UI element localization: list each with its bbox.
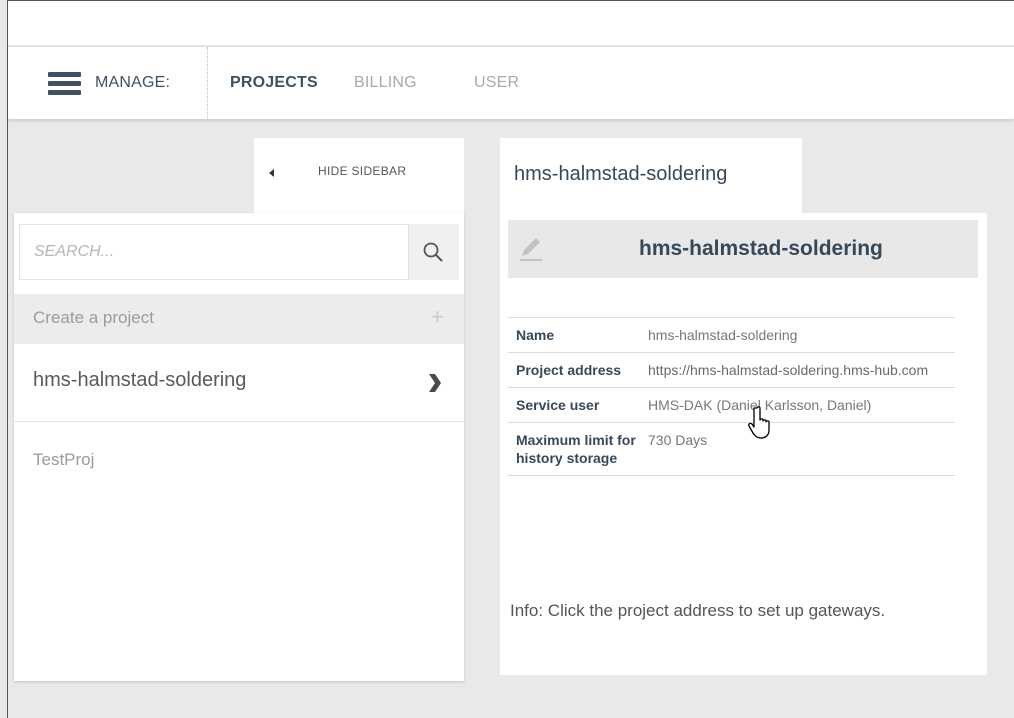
- project-detail-panel: hms-halmstad-soldering Name hms-halmstad…: [500, 213, 987, 675]
- project-list-item[interactable]: hms-halmstad-soldering: [14, 344, 464, 422]
- detail-title: hms-halmstad-soldering: [639, 237, 883, 260]
- table-row: Service user HMS-DAK (Daniel Karlsson, D…: [508, 387, 955, 423]
- nav-divider: [207, 47, 208, 119]
- search-input[interactable]: [20, 225, 408, 279]
- project-address-link[interactable]: https://hms-halmstad-soldering.hms-hub.c…: [640, 352, 955, 388]
- search-icon: [423, 242, 443, 262]
- property-key: Service user: [508, 387, 640, 423]
- project-tab-label: hms-halmstad-soldering: [514, 163, 728, 185]
- property-key: Maximum limit for history storage: [508, 422, 640, 476]
- property-value: hms-halmstad-soldering: [640, 317, 955, 353]
- project-tab[interactable]: hms-halmstad-soldering: [500, 138, 802, 214]
- manage-label: MANAGE:: [95, 74, 171, 91]
- project-list-item[interactable]: TestProj: [14, 422, 464, 499]
- caret-left-icon: [269, 169, 274, 177]
- tab-billing[interactable]: BILLING: [354, 74, 417, 92]
- search-button[interactable]: [409, 224, 459, 280]
- property-key: Project address: [508, 352, 640, 388]
- property-value: 730 Days: [640, 422, 955, 476]
- create-project-button[interactable]: Create a project +: [14, 294, 464, 344]
- table-row: Maximum limit for history storage 730 Da…: [508, 422, 955, 476]
- top-strip: [8, 1, 1014, 45]
- tab-projects[interactable]: PROJECTS: [230, 74, 318, 92]
- table-row: Project address https://hms-halmstad-sol…: [508, 352, 955, 388]
- search-box: [19, 224, 409, 280]
- plus-icon: +: [431, 304, 444, 329]
- project-properties-table: Name hms-halmstad-soldering Project addr…: [508, 317, 955, 476]
- sidebar: Create a project + hms-halmstad-solderin…: [14, 213, 464, 681]
- property-value: HMS-DAK (Daniel Karlsson, Daniel): [640, 387, 955, 423]
- detail-header: hms-halmstad-soldering: [508, 220, 978, 278]
- project-name: hms-halmstad-soldering: [33, 369, 247, 391]
- chevron-right-icon: [429, 374, 441, 392]
- hide-sidebar-button[interactable]: HIDE SIDEBAR: [254, 138, 464, 213]
- tab-user[interactable]: USER: [474, 74, 519, 92]
- hide-sidebar-label: HIDE SIDEBAR: [318, 164, 407, 178]
- table-row: Name hms-halmstad-soldering: [508, 317, 955, 353]
- create-project-label: Create a project: [33, 308, 154, 327]
- hamburger-icon[interactable]: [48, 72, 81, 96]
- property-key: Name: [508, 317, 640, 353]
- info-text: Info: Click the project address to set u…: [510, 601, 886, 620]
- pencil-icon[interactable]: [518, 236, 544, 262]
- top-navbar: MANAGE: PROJECTS BILLING USER: [8, 46, 1014, 119]
- project-name: TestProj: [33, 450, 95, 469]
